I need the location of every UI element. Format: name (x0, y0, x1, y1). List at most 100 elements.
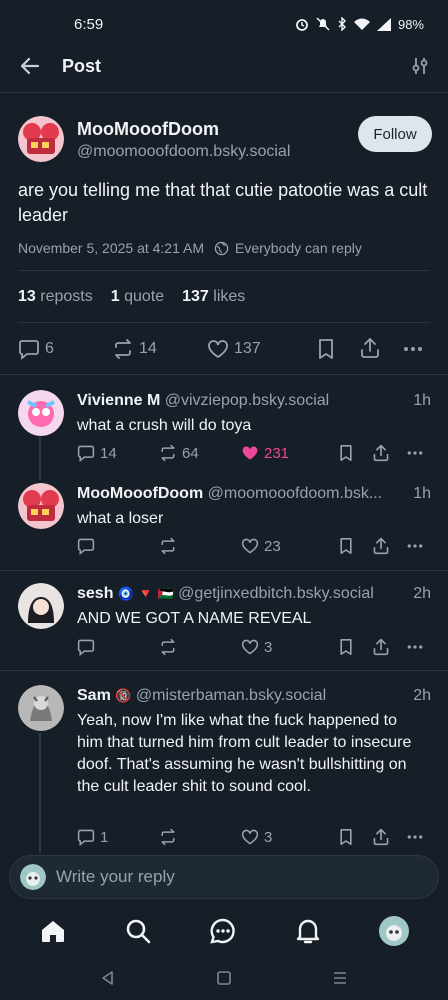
more-options-button[interactable] (406, 828, 424, 846)
bookmark-button[interactable] (338, 444, 354, 462)
repost-button[interactable]: 64 (159, 444, 199, 462)
reply-setting[interactable]: Everybody can reply (214, 240, 362, 256)
avatar[interactable] (18, 583, 64, 629)
reply-button[interactable] (77, 537, 95, 555)
status-time: 6:59 (74, 15, 104, 33)
reply-actions: 23 (0, 537, 448, 559)
bookmark-button[interactable] (338, 828, 354, 846)
reply-icon (19, 340, 39, 360)
reposts-stat[interactable]: 13 reposts (18, 288, 93, 306)
quotes-stat[interactable]: 1 quote (111, 288, 164, 306)
repost-icon (161, 638, 175, 656)
reply-handle[interactable]: @getjinxedbitch.bsky.social (178, 585, 374, 602)
divider (18, 270, 430, 271)
wifi-icon (353, 18, 370, 30)
reply-composer[interactable]: Write your reply (9, 855, 439, 899)
author-display-name[interactable]: MooMooofDoom (77, 119, 219, 140)
share-button[interactable] (372, 537, 390, 555)
reply-time: 1h (413, 485, 431, 502)
share-button[interactable] (372, 828, 390, 846)
mute-icon (316, 17, 330, 31)
reply-display-name[interactable]: MooMooofDoom (77, 485, 203, 502)
author-handle[interactable]: @moomooofdoom.bsky.social (77, 143, 290, 161)
reply-display-name[interactable]: Vivienne M (77, 392, 160, 409)
reply-icon (77, 829, 95, 846)
post-text: are you telling me that that cutie patoo… (18, 180, 428, 225)
heart-icon (241, 538, 259, 554)
more-options-button[interactable] (406, 537, 424, 555)
like-button[interactable]: 23 (241, 537, 281, 555)
back-icon[interactable] (18, 54, 42, 78)
search-tab[interactable] (124, 917, 152, 945)
display-name-emoji: 🧿 🔻 🇵🇸 (117, 586, 174, 601)
share-button[interactable] (372, 638, 390, 656)
nav-home-button[interactable] (216, 970, 232, 986)
menu-lines-icon (334, 971, 346, 984)
engagement-stats: 13 reposts 1 quote 137 likes (18, 288, 245, 306)
reply-handle[interactable]: @vivziepop.bsky.social (165, 392, 329, 409)
heart-filled-icon (242, 446, 258, 460)
post-meta: November 5, 2025 at 4:21 AM Everybody ca… (18, 240, 362, 256)
post-timestamp: November 5, 2025 at 4:21 AM (18, 240, 204, 256)
battery-percent: 98% (397, 16, 424, 32)
bluetooth-icon (338, 17, 346, 31)
avatar[interactable] (18, 483, 64, 529)
status-bar: 6:59 98% (0, 0, 448, 48)
profile-tab[interactable] (379, 916, 410, 946)
avatar[interactable] (18, 390, 64, 436)
home-tab[interactable] (39, 917, 67, 945)
reply-icon (77, 538, 95, 555)
reply-header: MooMooofDoom @moomooofdoom.bsk... (77, 485, 407, 503)
share-button[interactable] (372, 444, 390, 462)
reply-input-placeholder[interactable]: Write your reply (56, 867, 175, 887)
like-button[interactable]: 231 (241, 444, 289, 462)
more-icon (407, 645, 423, 649)
reply-text: what a loser (77, 510, 164, 527)
bookmark-button[interactable] (338, 638, 354, 656)
more-options-button[interactable] (402, 338, 424, 360)
like-button[interactable]: 3 (241, 638, 272, 656)
reply-button[interactable] (77, 638, 95, 656)
main-post-actions: 6 14 137 (0, 336, 448, 362)
repost-button[interactable] (159, 828, 177, 846)
share-button[interactable] (359, 337, 381, 359)
chat-tab[interactable] (209, 917, 237, 945)
bookmark-button[interactable] (338, 537, 354, 555)
square-home-icon (217, 970, 231, 985)
divider (0, 670, 448, 671)
reply-text: what a crush will do toya (77, 417, 252, 434)
signal-icon (376, 17, 391, 31)
more-icon (407, 544, 423, 548)
like-button[interactable]: 137 (207, 338, 261, 360)
notifications-tab[interactable] (294, 917, 322, 945)
reply-display-name[interactable]: Sam (77, 687, 111, 704)
bookmark-button[interactable] (316, 338, 336, 360)
top-bar: Post (0, 44, 448, 88)
avatar[interactable] (18, 116, 64, 162)
reply-handle[interactable]: @misterbaman.bsky.social (136, 687, 326, 704)
reply-handle[interactable]: @moomooofdoom.bsk... (208, 485, 383, 502)
repost-button[interactable] (159, 638, 177, 656)
more-icon (404, 347, 422, 351)
more-options-button[interactable] (406, 444, 424, 462)
follow-button[interactable]: Follow (358, 116, 432, 152)
repost-icon (161, 537, 175, 555)
chat-icon (210, 918, 235, 944)
bottom-tab-bar (0, 902, 448, 960)
filter-settings-icon[interactable] (410, 56, 430, 76)
like-button[interactable]: 3 (241, 828, 272, 846)
repost-button[interactable]: 14 (112, 338, 157, 360)
page-title: Post (62, 55, 102, 76)
nav-back-button[interactable] (100, 970, 116, 986)
reply-button[interactable]: 1 (77, 828, 108, 846)
reply-button[interactable]: 6 (18, 338, 54, 360)
reply-display-name[interactable]: sesh (77, 585, 113, 602)
nav-recents-button[interactable] (332, 970, 348, 986)
avatar[interactable] (18, 685, 64, 731)
more-options-button[interactable] (406, 638, 424, 656)
likes-stat[interactable]: 137 likes (182, 288, 245, 306)
reply-button[interactable]: 14 (77, 444, 117, 462)
reply-setting-label: Everybody can reply (235, 240, 362, 256)
bookmark-icon (340, 639, 352, 655)
repost-button[interactable] (159, 537, 177, 555)
